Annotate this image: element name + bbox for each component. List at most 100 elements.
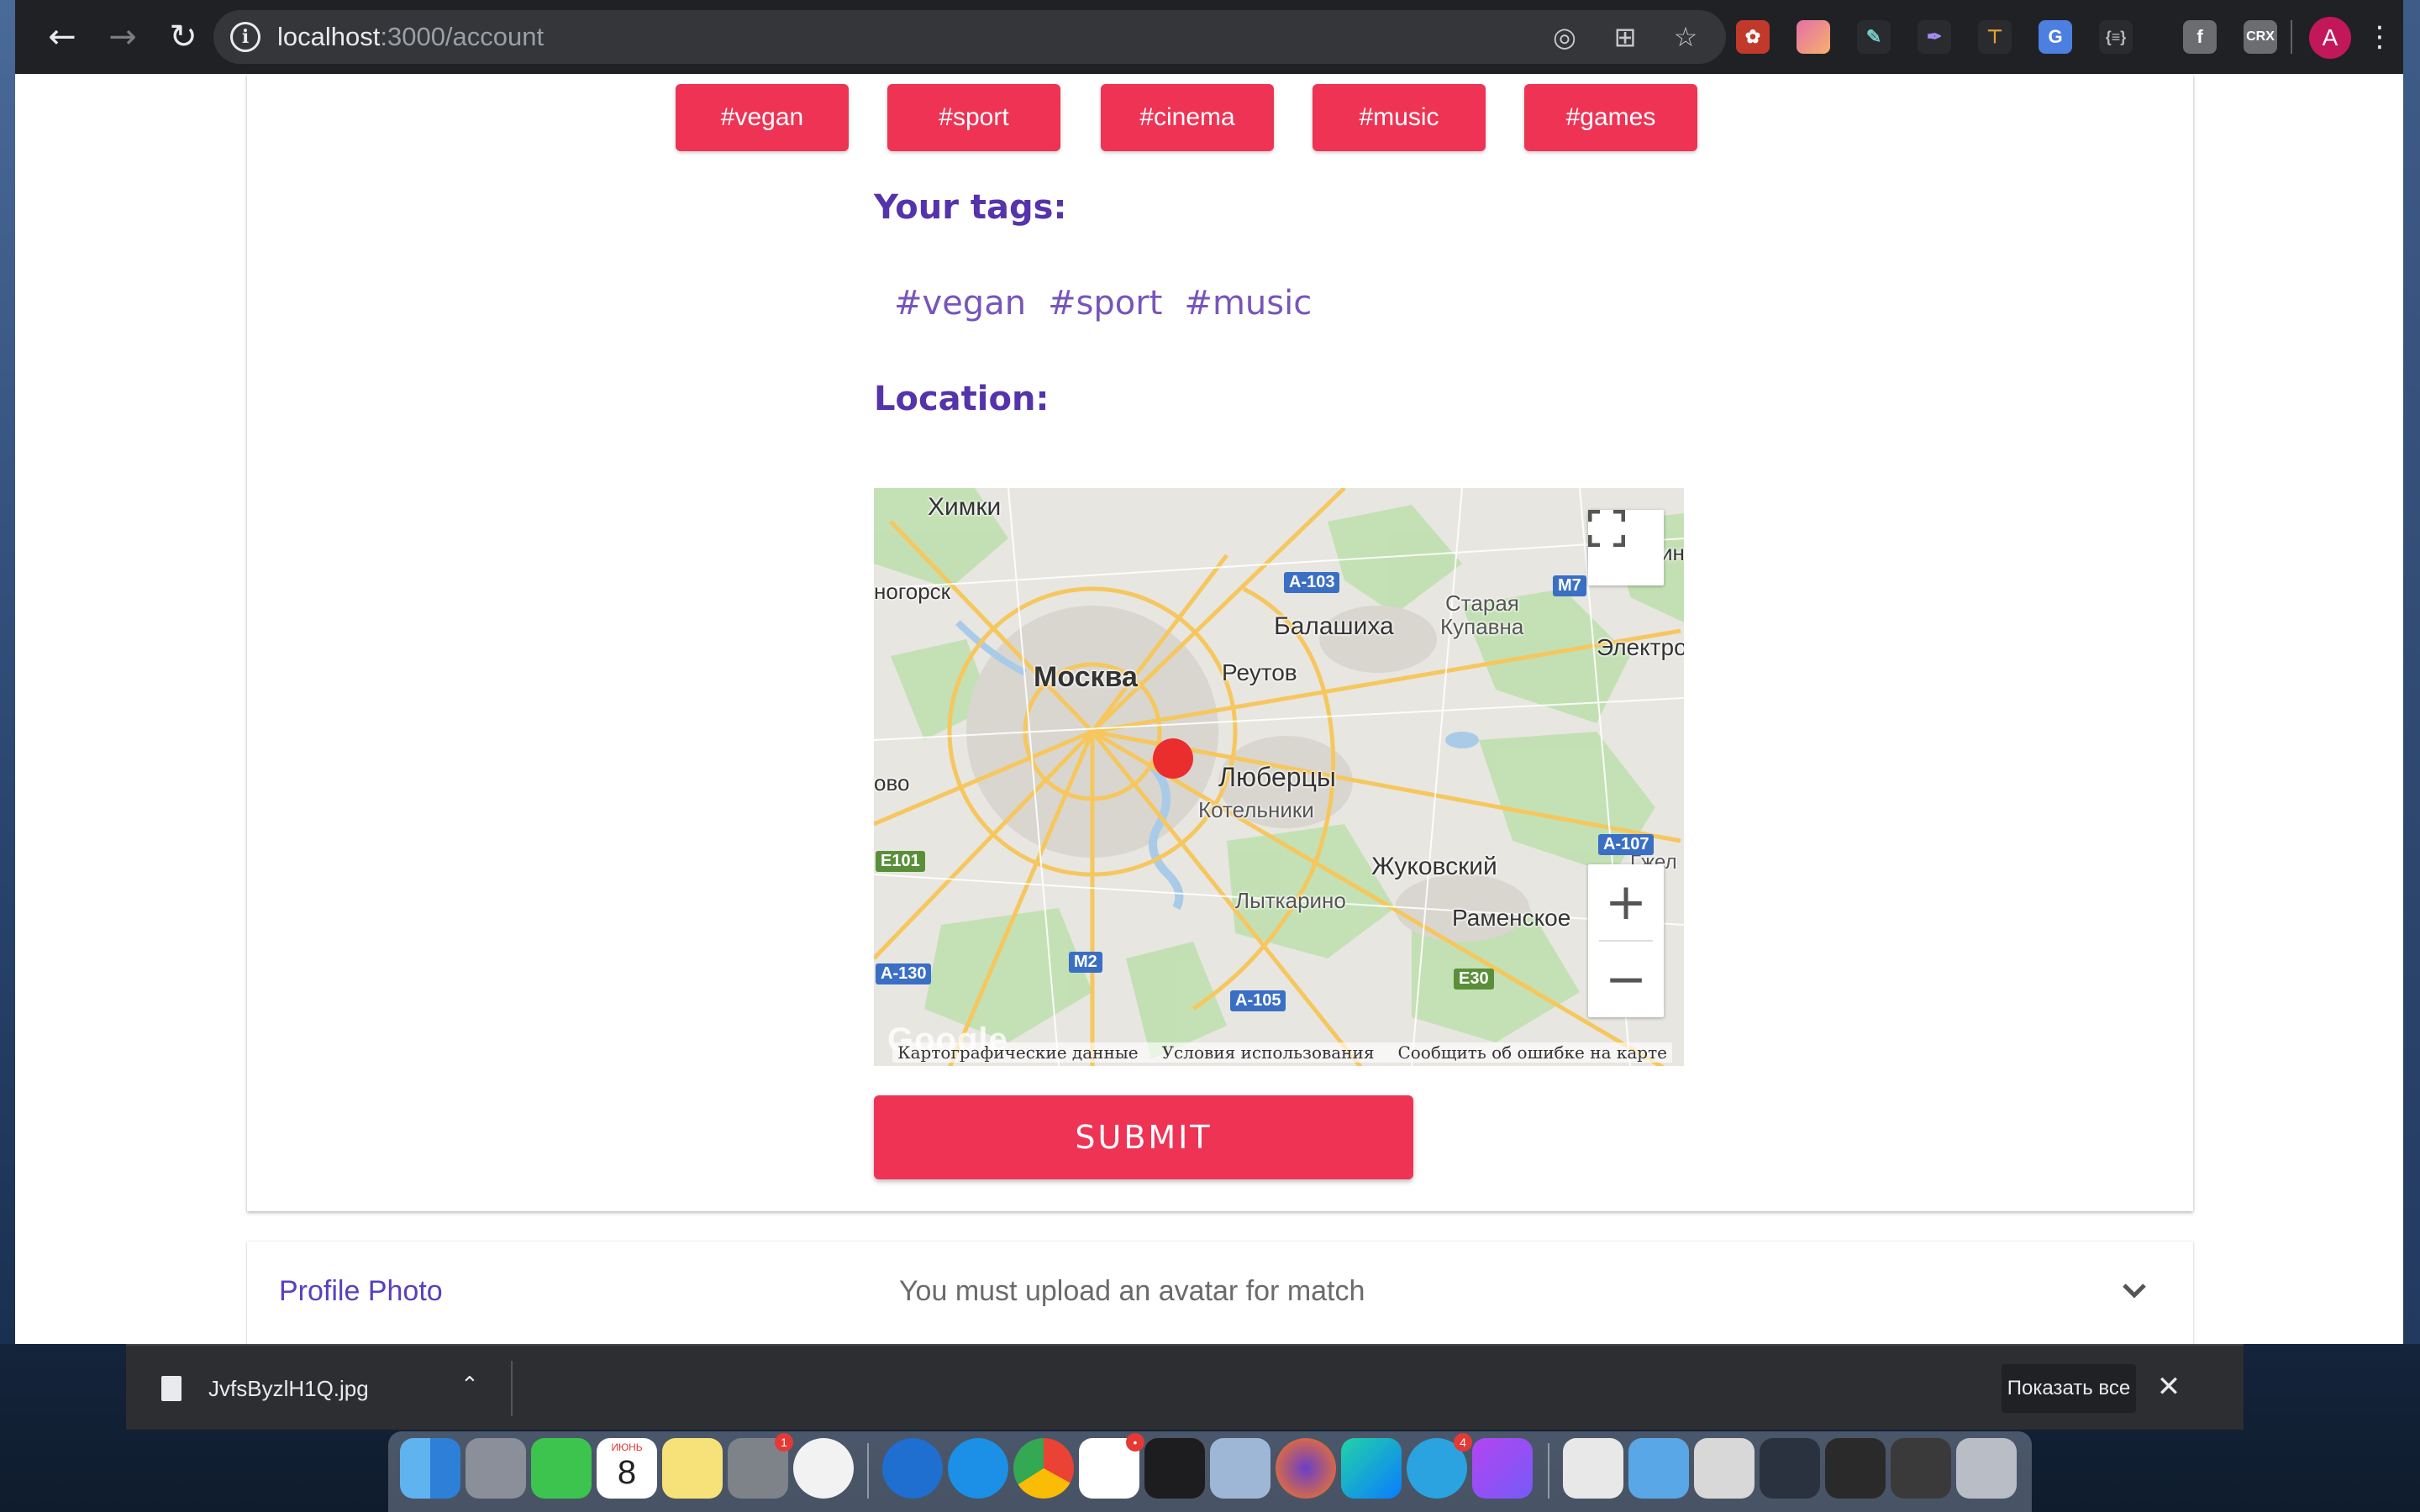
user-tag[interactable]: #vegan <box>894 284 1026 323</box>
interest-chip-sport[interactable]: #sport <box>887 84 1060 151</box>
webstorm-icon[interactable] <box>1341 1438 1402 1499</box>
extension-icon-2[interactable] <box>1797 20 1830 54</box>
interest-chip-vegan[interactable]: #vegan <box>676 84 849 151</box>
window-thumbnail-icon[interactable] <box>1891 1438 1951 1499</box>
road-shield-e101: E101 <box>876 851 925 872</box>
map-place-kotelniki: Котельники <box>1198 797 1314 822</box>
road-shield-m2: M2 <box>1069 952 1102 973</box>
map-place-zhukovsky: Жуковский <box>1371 853 1497 880</box>
reload-icon[interactable]: ↻ <box>163 17 203 57</box>
user-tag[interactable]: #sport <box>1048 284 1162 323</box>
finder-icon[interactable] <box>400 1438 460 1499</box>
folder-icon[interactable] <box>1628 1438 1689 1499</box>
interest-chip-cinema[interactable]: #cinema <box>1101 84 1274 151</box>
calendar-day: 8 <box>617 1454 637 1491</box>
your-tags-list: #vegan #sport #music <box>894 284 1312 323</box>
browser-toolbar: ← → ↻ i localhost:3000/account ◎ ⊞ ☆ ✿ ✎… <box>15 0 2403 74</box>
map-place-lytkarino: Лыткарино <box>1235 888 1346 913</box>
toolbar-separator <box>2291 20 2292 54</box>
map-place-gorsk: ногорск <box>874 579 951 604</box>
extension-icon-4[interactable]: ✒ <box>1918 20 1951 54</box>
map-place-kupavna: Купавна <box>1440 614 1524 639</box>
zoom-out-button[interactable]: − <box>1588 942 1664 1017</box>
document-icon[interactable] <box>1563 1438 1623 1499</box>
road-shield-a130: A-130 <box>876 963 932 984</box>
facetime-icon[interactable] <box>531 1438 592 1499</box>
preview-icon[interactable] <box>1210 1438 1270 1499</box>
stack-icon[interactable] <box>1694 1438 1754 1499</box>
window-thumbnail-icon[interactable] <box>1760 1438 1820 1499</box>
url-text[interactable]: localhost:3000/account <box>277 22 544 52</box>
dock-separator <box>867 1443 869 1499</box>
map-place-ramenskoe: Раменское <box>1452 905 1571 931</box>
download-file-name[interactable]: JvfsByzlH1Q.jpg <box>208 1376 369 1402</box>
download-separator <box>511 1361 513 1416</box>
extension-icon-5[interactable]: ⊤ <box>1978 20 2012 54</box>
extension-icon-1[interactable]: ✿ <box>1736 20 1770 54</box>
road-shield-m7: M7 <box>1553 575 1586 596</box>
extension-icon-6[interactable]: G <box>2039 20 2072 54</box>
back-icon[interactable]: ← <box>42 17 82 57</box>
extension-icon-crx[interactable]: CRX <box>2244 20 2277 54</box>
notes-icon[interactable] <box>662 1438 723 1499</box>
profile-photo-title: Profile Photo <box>279 1275 443 1307</box>
user-tag[interactable]: #music <box>1184 284 1312 323</box>
site-info-icon[interactable]: i <box>230 22 260 52</box>
window-thumbnail-icon[interactable] <box>1825 1438 1886 1499</box>
phpstorm-icon[interactable] <box>1472 1438 1533 1499</box>
interest-chip-music[interactable]: #music <box>1313 84 1486 151</box>
address-bar[interactable]: i localhost:3000/account ◎ ⊞ ☆ <box>213 10 1726 64</box>
terminal-icon[interactable] <box>1144 1438 1205 1499</box>
road-shield-a105: A-105 <box>1230 990 1286 1011</box>
interest-chip-games[interactable]: #games <box>1524 84 1697 151</box>
launchpad-icon[interactable] <box>466 1438 526 1499</box>
profile-photo-panel[interactable]: Profile Photo You must upload an avatar … <box>247 1242 2193 1344</box>
mail-app-icon[interactable] <box>882 1438 943 1499</box>
fullscreen-icon <box>1588 510 1625 547</box>
desktop-edge-left <box>0 0 15 1344</box>
bookmark-star-icon[interactable]: ☆ <box>1669 20 1702 54</box>
show-all-downloads-button[interactable]: Показать все <box>2002 1364 2136 1413</box>
zoom-in-button[interactable]: + <box>1588 864 1664 940</box>
location-heading: Location: <box>874 380 1050 418</box>
teamviewer-icon[interactable] <box>948 1438 1008 1499</box>
close-icon[interactable]: ✕ <box>2149 1368 2188 1406</box>
slack-badge: • <box>1126 1433 1144 1452</box>
profile-avatar[interactable]: A <box>2309 17 2351 59</box>
forward-icon[interactable]: → <box>103 17 143 57</box>
road-shield-a103: A-103 <box>1284 572 1340 593</box>
tracking-blocked-icon[interactable]: ◎ <box>1548 20 1581 54</box>
calendar-month: ИЮНЬ <box>611 1441 643 1453</box>
calendar-icon[interactable]: ИЮНЬ 8 <box>597 1438 657 1499</box>
translate-icon[interactable]: ⊞ <box>1608 20 1642 54</box>
chrome-icon[interactable] <box>1013 1438 1074 1499</box>
location-map[interactable]: Химки ногорск Москва Балашиха Старая Куп… <box>874 488 1684 1066</box>
extension-icon-7[interactable]: {≡} <box>2099 20 2133 54</box>
map-place-lyubertsy: Люберцы <box>1218 762 1336 792</box>
location-marker[interactable] <box>1153 738 1193 779</box>
map-place-staraya: Старая <box>1445 591 1519 616</box>
map-place-reutov: Реутов <box>1222 659 1297 685</box>
file-icon <box>161 1376 182 1401</box>
trash-icon[interactable] <box>1956 1438 2017 1499</box>
profile-photo-subtitle: You must upload an avatar for match <box>899 1275 1365 1307</box>
macos-dock: ИЮНЬ 8 1 • 4 <box>388 1431 2032 1512</box>
settings-badge: 1 <box>775 1433 793 1452</box>
map-footer: Картографические данные Условия использо… <box>892 1042 1672 1063</box>
map-data-link[interactable]: Картографические данные <box>897 1042 1138 1063</box>
firefox-icon[interactable] <box>1276 1438 1336 1499</box>
map-fullscreen-button[interactable] <box>1588 510 1664 585</box>
map-report-link[interactable]: Сообщить об ошибке на карте <box>1397 1042 1667 1063</box>
map-place-in: ин <box>1660 540 1684 565</box>
map-zoom-control: + − <box>1588 864 1664 1017</box>
desktop-edge-right <box>2403 0 2420 1344</box>
chevron-up-icon[interactable]: ⌃ <box>460 1373 479 1398</box>
submit-button[interactable]: SUBMIT <box>874 1095 1413 1179</box>
browser-menu-icon[interactable]: ⋮ <box>2360 17 2400 57</box>
chevron-down-icon[interactable] <box>2118 1273 2151 1307</box>
music-icon[interactable] <box>793 1438 854 1499</box>
map-terms-link[interactable]: Условия использования <box>1162 1042 1375 1063</box>
extension-icon-f[interactable]: f <box>2183 20 2217 54</box>
extension-icon-3[interactable]: ✎ <box>1857 20 1891 54</box>
map-place-balashikha: Балашиха <box>1274 612 1394 640</box>
